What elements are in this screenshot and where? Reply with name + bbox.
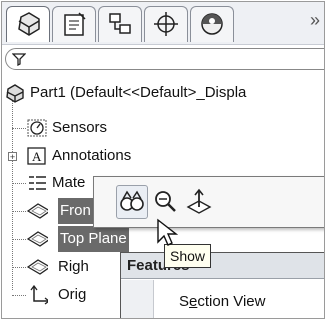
normal-to-button[interactable] (184, 185, 214, 217)
tree-branch (12, 295, 26, 296)
configuration-icon (109, 13, 131, 34)
tree-branch (12, 183, 26, 184)
property-manager-icon (64, 12, 86, 36)
material-icon (29, 176, 46, 190)
menu-icon-gutter (121, 280, 154, 318)
plane-icon (26, 259, 48, 275)
menu-item-section-view[interactable]: Section View (179, 293, 265, 310)
tree-branch (12, 267, 26, 268)
tree-item-label: Mate (52, 174, 86, 191)
expand-annotations-button[interactable]: + (8, 152, 17, 162)
tree-root-part[interactable]: Part1 (Default<<Default>_Displa (4, 80, 324, 106)
feature-filter-input[interactable] (5, 48, 324, 70)
tree-item-label: Sensors (52, 119, 108, 136)
svg-text:A: A (32, 149, 42, 164)
dimxpert-tab[interactable] (144, 6, 188, 42)
plane-icon (26, 231, 48, 247)
display-manager-tab[interactable] (190, 6, 234, 42)
show-icon (120, 190, 144, 211)
featuremanager-tab[interactable] (6, 6, 50, 42)
display-manager-icon (201, 13, 223, 35)
tree-branch (12, 239, 26, 240)
feature-manager-panel: » Part1 (Default<<Default>_Displa Sensor… (1, 1, 325, 319)
mouse-pointer-icon (157, 218, 178, 246)
part-icon (6, 84, 24, 103)
tree-item-label: Top Plane (58, 226, 129, 252)
zoom-to-selection-button[interactable] (150, 185, 180, 217)
tree-item-label: Righ (58, 258, 89, 275)
tree-branch (12, 128, 26, 129)
zoom-to-selection-icon (155, 191, 176, 212)
origin-icon (30, 285, 48, 305)
more-tabs-button[interactable]: » (310, 10, 320, 31)
sensors-icon (27, 119, 47, 137)
propertymanager-tab[interactable] (52, 6, 96, 42)
tree-item-label: Orig (58, 286, 87, 303)
annotations-icon: A (27, 147, 46, 165)
tree-root-label: Part1 (Default<<Default>_Displa (30, 84, 247, 101)
dimxpert-icon (154, 12, 178, 36)
filter-icon (12, 53, 26, 66)
tree-branch (12, 211, 26, 212)
tree-item-label: Annotations (52, 147, 132, 164)
normal-to-icon (186, 188, 212, 214)
feature-tree-icon (18, 12, 40, 36)
context-toolbar (93, 176, 324, 228)
features-context-menu: Features Section View (120, 252, 324, 318)
tree-guide-line (12, 90, 13, 290)
tree-item-label: Fron (58, 198, 93, 224)
plane-icon (26, 203, 48, 219)
show-button[interactable] (116, 185, 148, 219)
configurationmanager-tab[interactable] (98, 6, 142, 42)
menu-header: Features (121, 253, 324, 279)
manager-tabbar: » (2, 2, 324, 45)
